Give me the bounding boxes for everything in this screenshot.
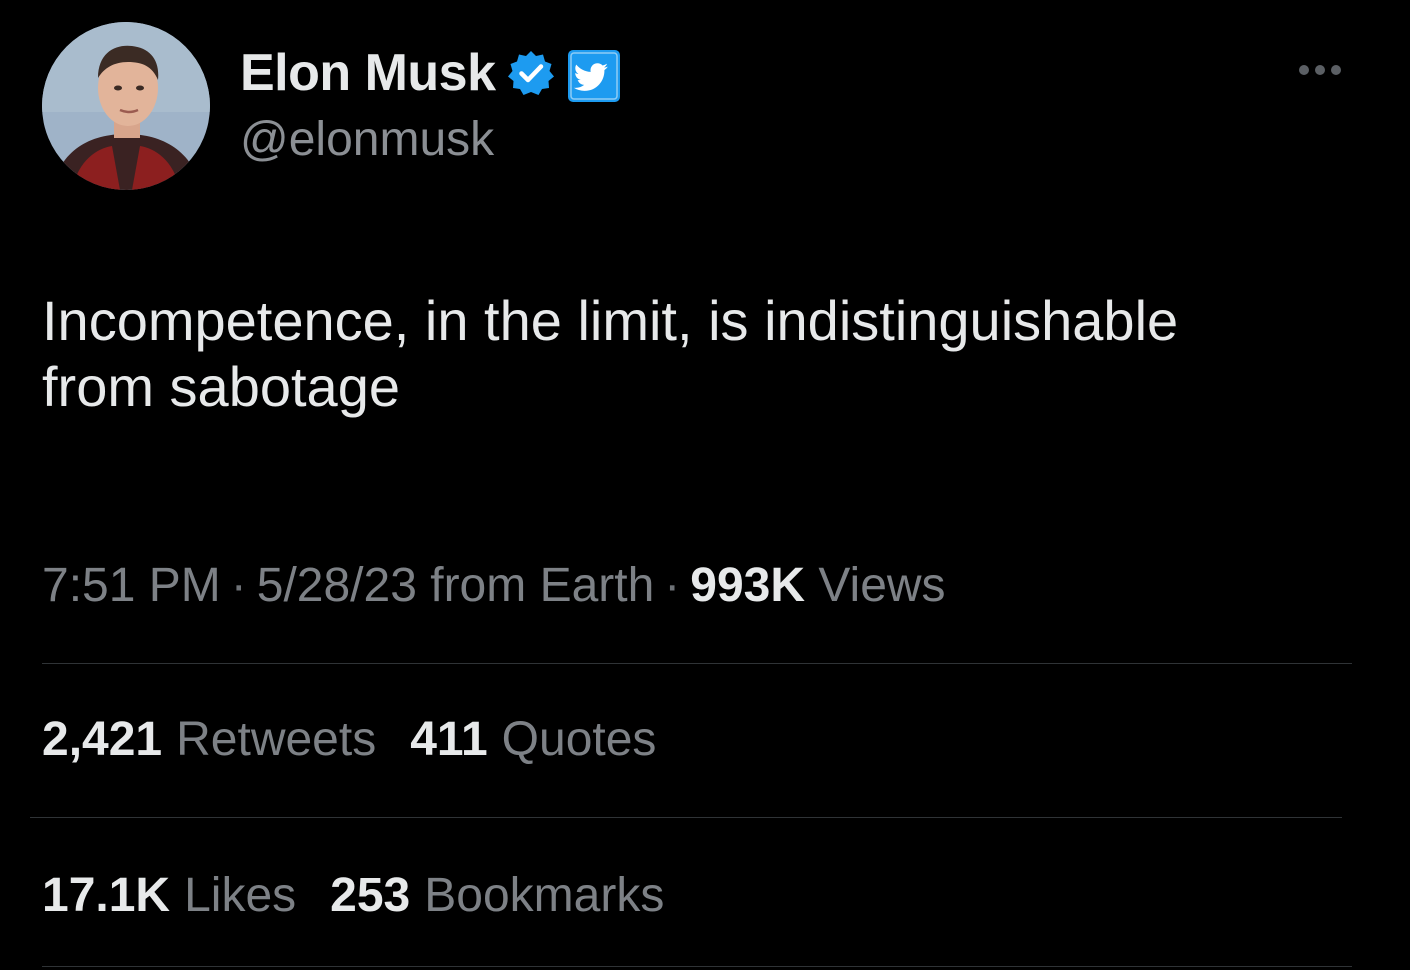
retweets-label: Retweets [176,713,377,766]
divider [42,663,1352,664]
avatar[interactable] [42,22,210,190]
tweet-date-source[interactable]: 5/28/23 from Earth [257,559,655,612]
quotes-label: Quotes [501,713,657,766]
bookmarks-count: 253 [330,869,411,922]
more-dot [1299,65,1309,75]
likes-count: 17.1K [42,869,171,922]
tweet-meta: 7:51 PM · 5/28/23 from Earth · 993K Views [42,558,946,613]
retweets-count: 2,421 [42,713,163,766]
retweets-stat[interactable]: 2,421 Retweets [42,712,376,767]
meta-separator: · [230,559,247,612]
divider [42,966,1352,967]
more-dot [1315,65,1325,75]
views-label[interactable]: Views [818,559,945,612]
likes-stat[interactable]: 17.1K Likes [42,868,296,923]
meta-separator: · [664,559,681,612]
engagement-row-shares: 2,421 Retweets 411 Quotes [42,712,656,767]
engagement-row-likes: 17.1K Likes 253 Bookmarks [42,868,664,923]
author-display-name[interactable]: Elon Musk [240,43,496,103]
author-handle[interactable]: @elonmusk [240,112,494,167]
quotes-count: 411 [410,713,488,766]
tweet-time[interactable]: 7:51 PM [42,559,221,612]
verified-badge-icon [506,48,556,98]
twitter-bird-icon [566,48,620,102]
views-count[interactable]: 993K [690,559,805,612]
more-dot [1331,65,1341,75]
profile-photo [42,22,210,190]
divider [30,817,1342,818]
quotes-stat[interactable]: 411 Quotes [410,712,656,767]
bookmarks-stat[interactable]: 253 Bookmarks [330,868,664,923]
tweet-detail: Elon Musk @elonmusk Incompetence, in the… [0,0,1410,970]
author-name-row: Elon Musk [240,40,620,106]
likes-label: Likes [184,869,297,922]
tweet-text: Incompetence, in the limit, is indisting… [42,289,1179,418]
more-options-icon[interactable] [1290,58,1350,82]
bookmarks-label: Bookmarks [424,869,665,922]
